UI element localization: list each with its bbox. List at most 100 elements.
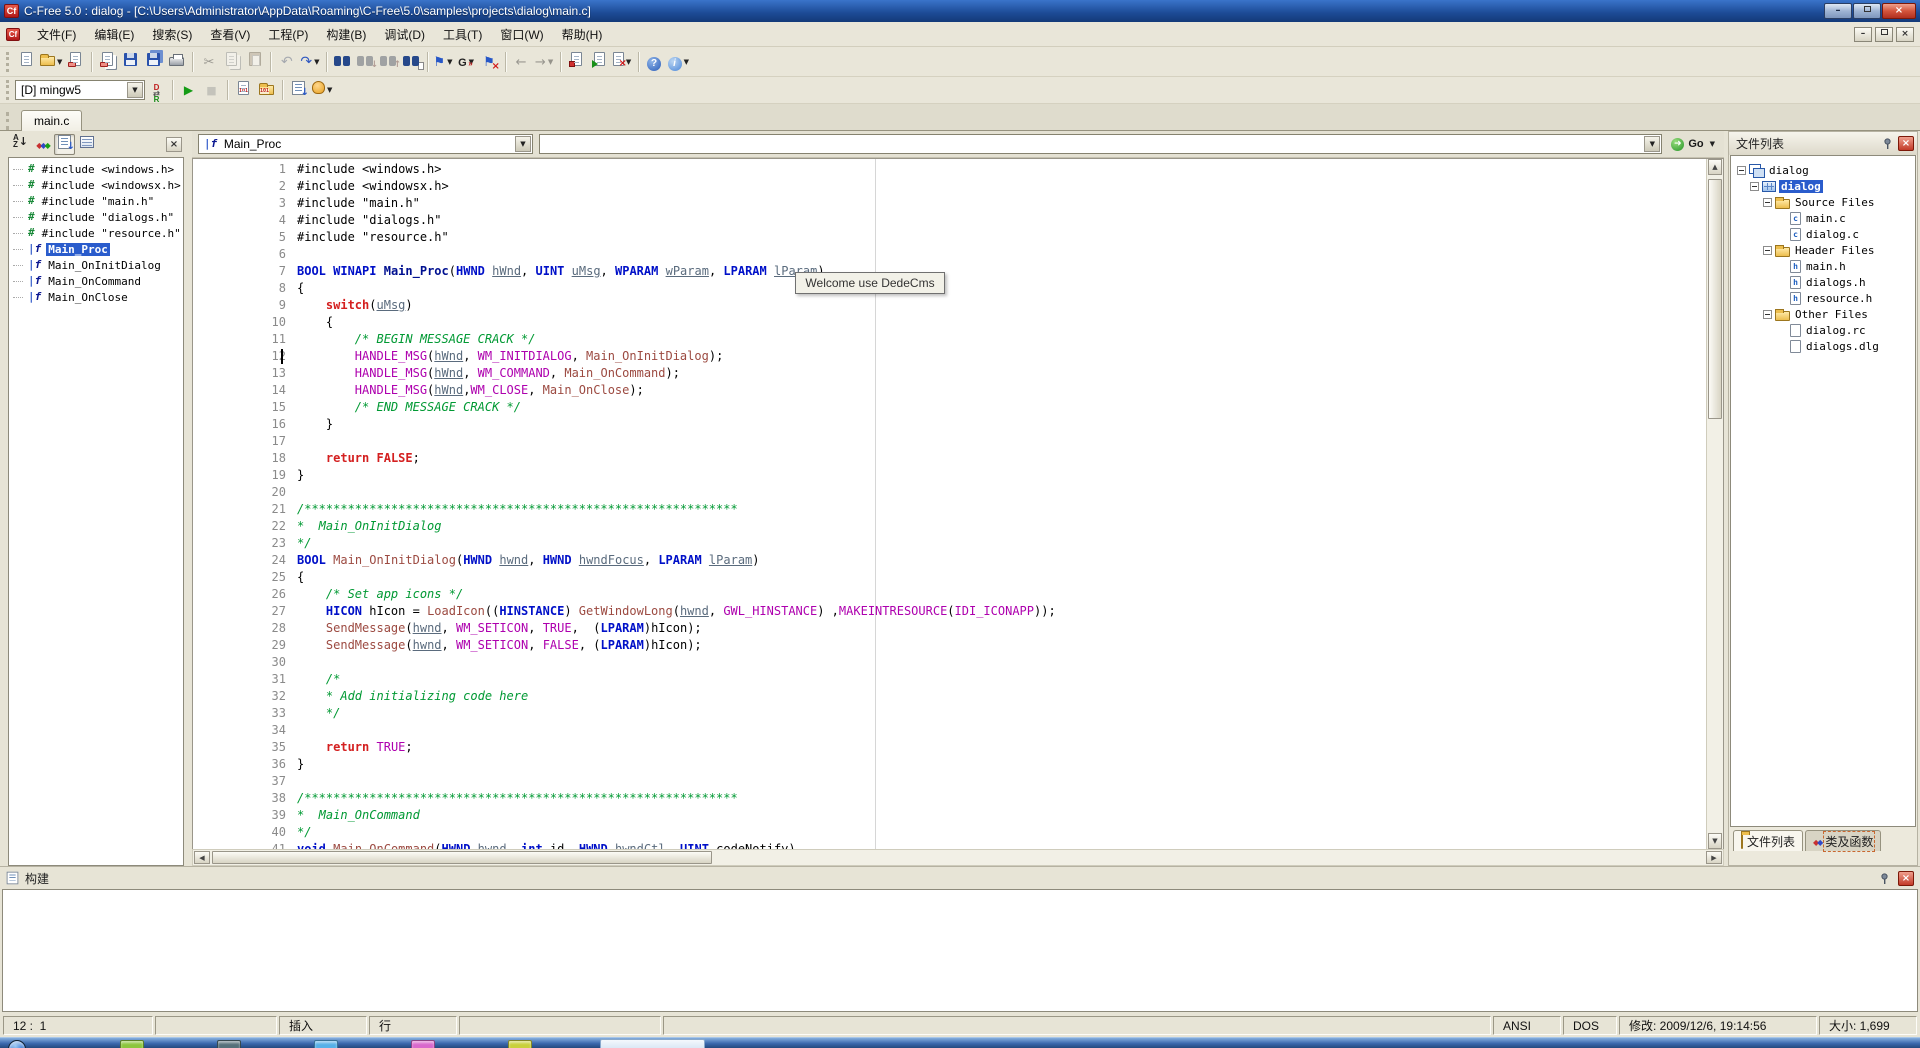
tree-item[interactable]: dialog.rc [1735,322,1915,338]
close-icon[interactable]: × [1898,136,1914,151]
pin-icon[interactable] [1876,871,1892,886]
symbol-item[interactable]: ##include "main.h" [13,193,183,209]
symbol-item[interactable]: |fMain_OnClose [13,289,183,305]
tree-item[interactable]: Other Files [1735,306,1915,322]
clear-errors-button[interactable]: ×▼ [611,50,634,74]
child-minimize-button[interactable]: – [1854,27,1872,42]
details-view-button[interactable] [76,134,97,155]
tree-item[interactable]: dialog [1735,178,1915,194]
save-all-button[interactable] [142,50,165,74]
about-button[interactable]: i▼ [666,50,691,74]
tree-item[interactable]: dialog [1735,162,1915,178]
menu-e[interactable]: 编辑(E) [85,23,143,46]
toolbar-grip[interactable] [6,52,9,72]
horizontal-scroll-thumb[interactable] [212,851,712,864]
file-tree[interactable]: dialogdialogSource Filescmain.ccdialog.c… [1730,155,1916,827]
collapse-toggle-icon[interactable] [1763,198,1772,207]
start-button[interactable] [8,1040,26,1048]
scroll-right-arrow[interactable]: ▶ [1706,851,1722,864]
sort-by-type-button[interactable]: ◆◆◆ [32,134,53,155]
close-file-button[interactable] [64,50,87,74]
next-error-button[interactable] [588,50,611,74]
open-file-button[interactable]: ▼ [38,50,64,74]
child-close-button[interactable]: × [1896,27,1914,42]
symbol-item[interactable]: |fMain_Proc [13,241,183,257]
menu-f[interactable]: 文件(F) [28,23,85,46]
menu-b[interactable]: 构建(B) [317,23,375,46]
tree-item[interactable]: hmain.h [1735,258,1915,274]
tree-item[interactable]: Header Files [1735,242,1915,258]
tab-file-list[interactable]: 文件列表 [1733,830,1803,851]
tab-main-c[interactable]: main.c [21,110,82,131]
help-button[interactable]: ? [643,50,666,74]
menu-s[interactable]: 搜索(S) [143,23,201,46]
active-window-button[interactable] [600,1039,705,1048]
build-button[interactable]: 101 [255,78,278,102]
symbol-list[interactable]: ##include <windows.h>##include <windowsx… [8,157,184,866]
chevron-down-icon[interactable]: ▼ [447,58,452,66]
chevron-down-icon[interactable]: ▼ [1644,136,1660,152]
chevron-down-icon[interactable]: ▼ [314,58,319,66]
collapse-toggle-icon[interactable] [1750,182,1759,191]
stop-build-button[interactable]: ▼ [310,78,334,102]
close-icon[interactable]: × [166,137,182,152]
scroll-down-arrow[interactable]: ▼ [1708,833,1722,849]
menu-p[interactable]: 工程(P) [259,23,317,46]
symbol-item[interactable]: |fMain_OnCommand [13,273,183,289]
build-output[interactable] [2,889,1918,1012]
symbol-item[interactable]: ##include <windowsx.h> [13,177,183,193]
horizontal-scrollbar[interactable]: ◀ ▶ [192,849,1724,866]
tab-classes-functions[interactable]: ◆◆类及函数 [1805,830,1881,851]
collapse-toggle-icon[interactable] [1737,166,1746,175]
clear-bookmarks-button[interactable]: ⚑× [478,50,501,74]
menu-d[interactable]: 调试(D) [375,23,434,46]
tree-item[interactable]: dialogs.dlg [1735,338,1915,354]
menu-t[interactable]: 工具(T) [434,23,491,46]
goto-field[interactable]: ▼ [539,134,1662,154]
symbol-item[interactable]: ##include "dialogs.h" [13,209,183,225]
scroll-up-arrow[interactable]: ▲ [1708,159,1722,175]
panel-splitter[interactable] [184,131,192,866]
menu-w[interactable]: 窗口(W) [491,23,552,46]
save-button[interactable] [119,50,142,74]
chevron-down-icon[interactable]: ▼ [127,82,143,98]
app-4-taskbar-icon[interactable] [411,1040,435,1048]
minimize-button[interactable]: – [1824,3,1852,19]
find-in-files-button[interactable] [400,50,423,74]
close-all-button[interactable] [96,50,119,74]
find-button[interactable] [331,50,354,74]
new-file-button[interactable] [15,50,38,74]
app-5-taskbar-icon[interactable] [508,1040,532,1048]
vertical-scroll-thumb[interactable] [1708,179,1722,419]
app-1-taskbar-icon[interactable] [120,1040,144,1048]
app-3-taskbar-icon[interactable] [314,1040,338,1048]
close-button[interactable]: × [1882,3,1916,19]
tree-item[interactable]: hdialogs.h [1735,274,1915,290]
symbol-item[interactable]: ##include <windows.h> [13,161,183,177]
chevron-down-icon[interactable]: ▼ [327,86,332,94]
print-button[interactable] [165,50,188,74]
collapse-toggle-icon[interactable] [1763,246,1772,255]
function-combo[interactable]: |f Main_Proc ▼ [198,134,533,154]
chevron-down-icon[interactable]: ▼ [57,58,62,66]
maximize-button[interactable] [1853,3,1881,19]
toolbar-grip[interactable] [6,80,9,100]
chevron-down-icon[interactable]: ▼ [684,58,689,66]
build-target-combo[interactable]: [D] mingw5 ▼ [15,80,145,100]
compile-button[interactable]: 101 [232,78,255,102]
rebuild-button[interactable]: ↓ [287,78,310,102]
run-button[interactable]: ▶ [177,78,200,102]
redo-button[interactable]: ↷▼ [298,50,321,74]
menu-h[interactable]: 帮助(H) [553,23,612,46]
menu-v[interactable]: 查看(V) [201,23,259,46]
list-view-button[interactable]: ↓ [54,134,75,155]
collapse-toggle-icon[interactable] [1763,310,1772,319]
tree-item[interactable]: Source Files [1735,194,1915,210]
code-area[interactable]: 1#include <windows.h>2#include <windowsx… [192,158,1724,849]
sort-alphabetic-button[interactable]: AZ↓ [10,134,31,155]
chevron-down-icon[interactable]: ▼ [515,136,531,152]
switch-debug-release-button[interactable]: D⇄R [145,78,168,102]
tree-item[interactable]: cdialog.c [1735,226,1915,242]
close-icon[interactable]: × [1898,871,1914,886]
symbol-item[interactable]: ##include "resource.h" [13,225,183,241]
